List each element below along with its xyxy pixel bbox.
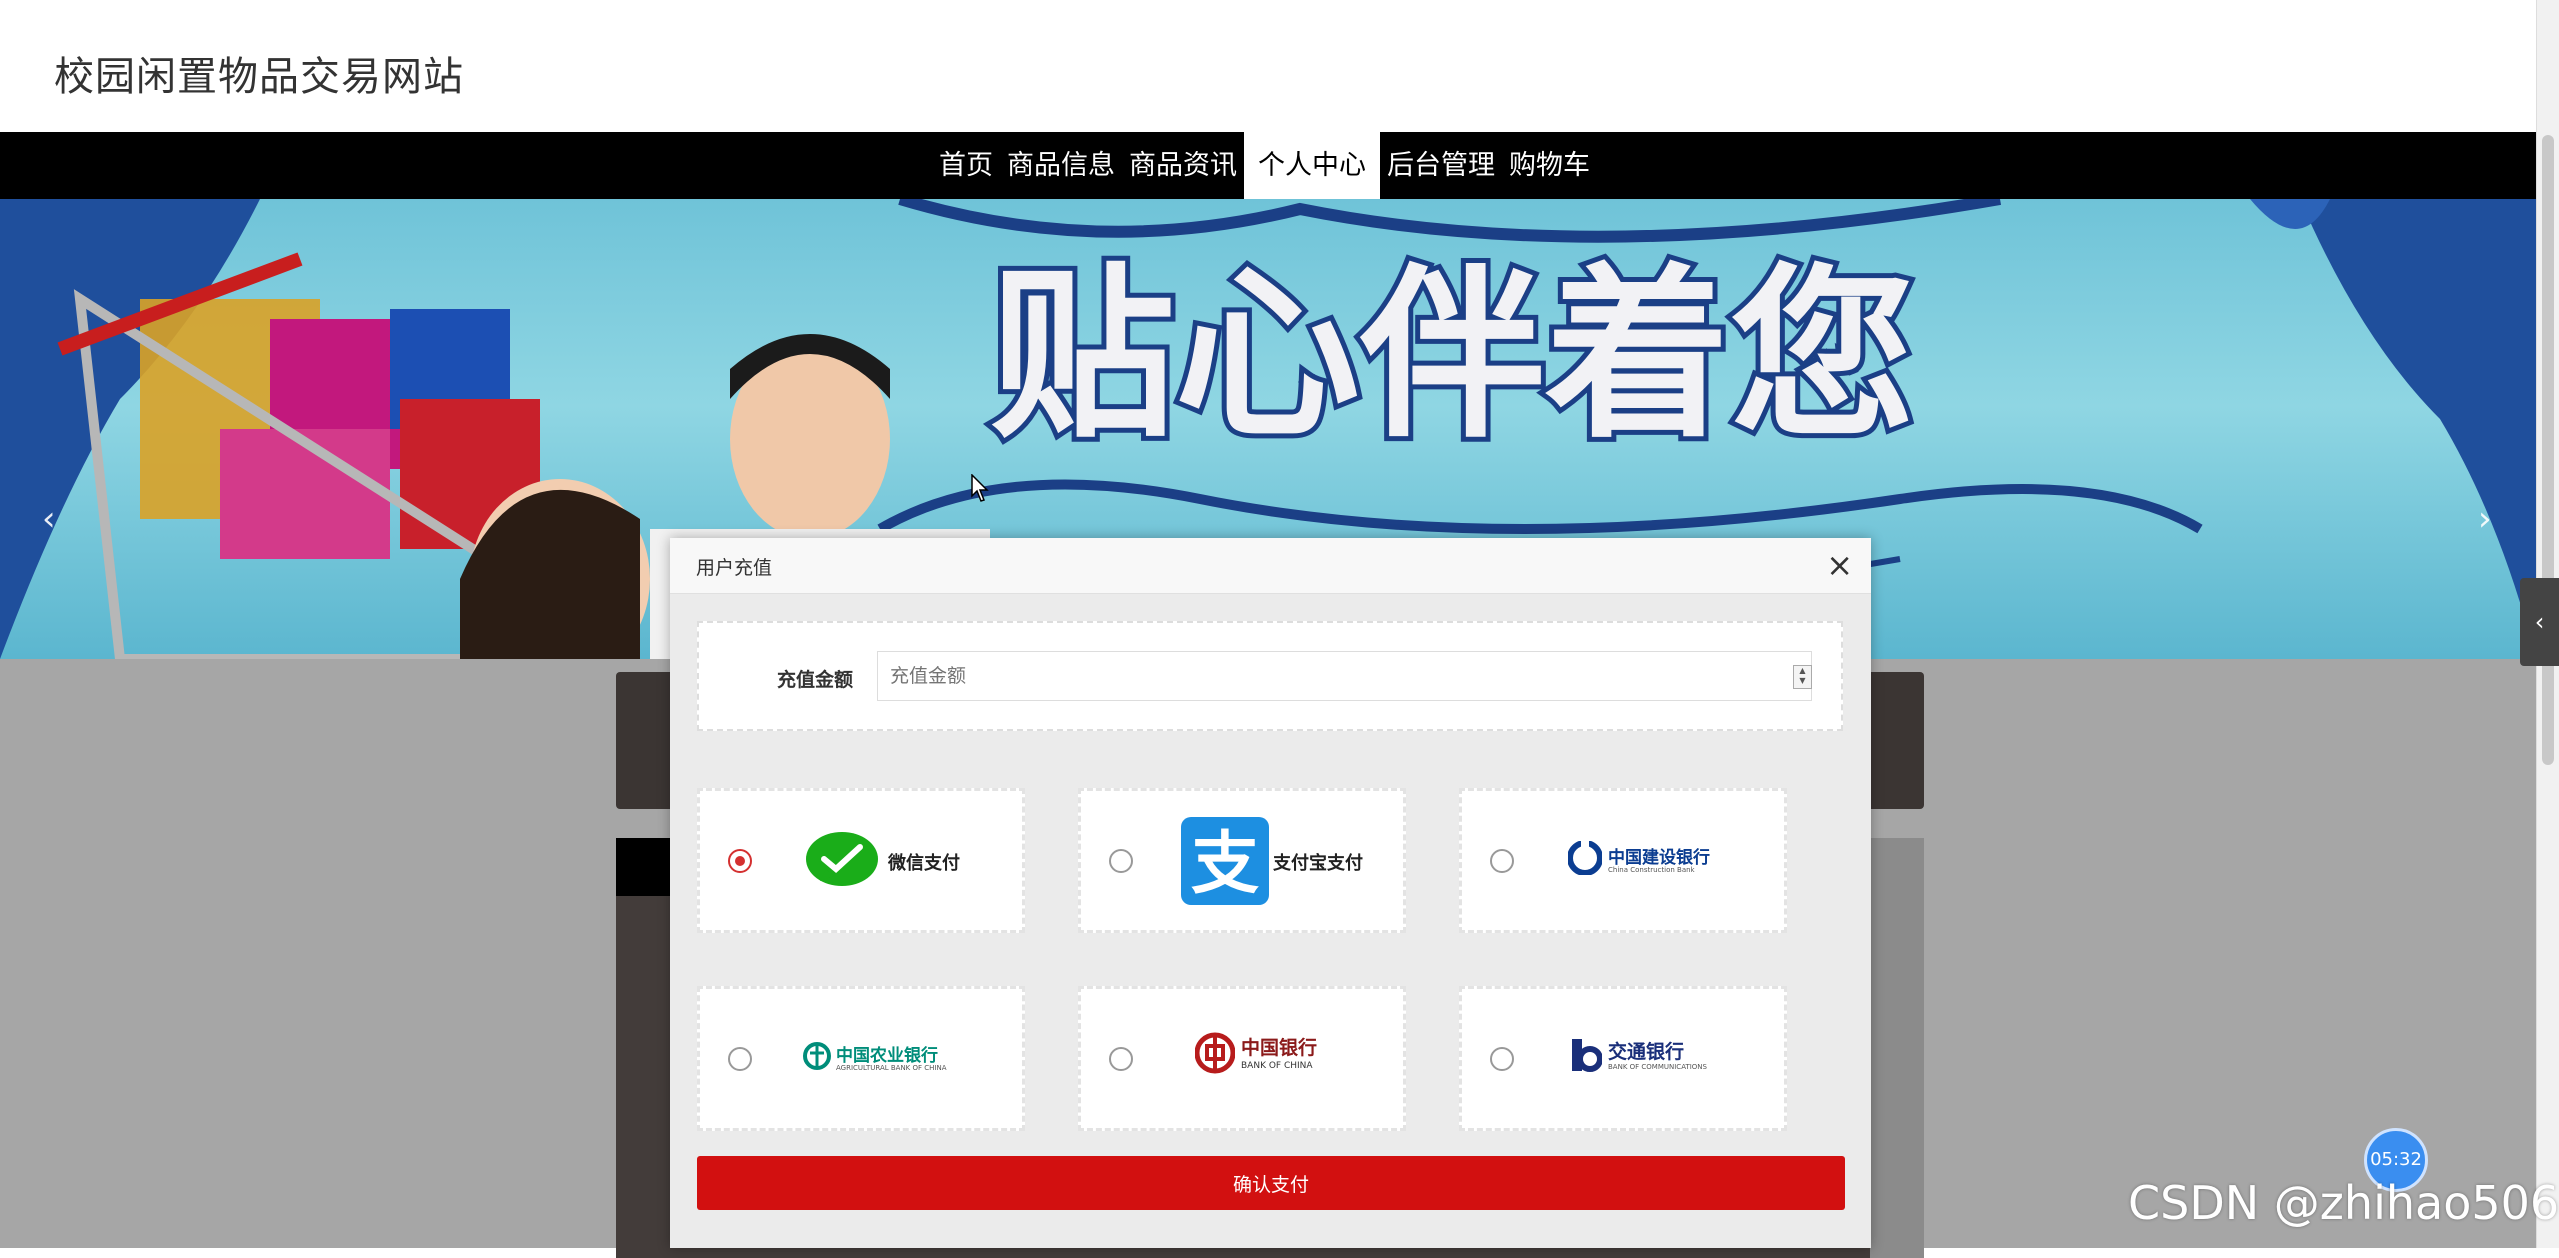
nav-item-home[interactable]: 首页 <box>932 132 1000 199</box>
amount-input[interactable] <box>877 651 1812 701</box>
dialog-header: 用户充值 × <box>670 538 1871 594</box>
boc-icon <box>1195 1032 1235 1074</box>
bocom-icon <box>1572 1039 1602 1072</box>
payment-option-boc[interactable]: 中国银行 BANK OF CHINA <box>1078 986 1406 1131</box>
payment-option-ccb[interactable]: 中国建设银行 China Construction Bank <box>1459 788 1787 933</box>
recharge-dialog: 用户充值 × 充值金额 ▲▼ 微信支付 支 支付宝支付 中国建设银行 China… <box>670 538 1871 1248</box>
confirm-payment-button[interactable]: 确认支付 <box>697 1156 1845 1210</box>
mouse-pointer-icon <box>971 474 989 502</box>
abc-icon <box>803 1042 831 1070</box>
payment-label-wechat: 微信支付 <box>888 853 960 874</box>
nav-item-products[interactable]: 商品信息 <box>1000 132 1122 199</box>
radio-alipay[interactable] <box>1109 849 1133 873</box>
nav-item-cart[interactable]: 购物车 <box>1502 132 1597 199</box>
payment-option-alipay[interactable]: 支 支付宝支付 <box>1078 788 1406 933</box>
radio-bocom[interactable] <box>1490 1047 1514 1071</box>
bank-sub-ccb: China Construction Bank <box>1608 866 1695 874</box>
nav-item-news[interactable]: 商品资讯 <box>1122 132 1244 199</box>
main-navbar: 首页 商品信息 商品资讯 个人中心 后台管理 购物车 <box>0 132 2536 199</box>
payment-option-bocom[interactable]: 交通银行 BANK OF COMMUNICATIONS <box>1459 986 1787 1131</box>
banner-slogan: 贴心伴着您 <box>990 247 1915 463</box>
nav-list: 首页 商品信息 商品资讯 个人中心 后台管理 购物车 <box>932 132 1597 199</box>
scrollbar-thumb[interactable] <box>2542 135 2554 765</box>
bank-sub-abc: AGRICULTURAL BANK OF CHINA <box>836 1064 947 1072</box>
dialog-title: 用户充值 <box>696 557 773 579</box>
nav-item-personal-center[interactable]: 个人中心 <box>1244 132 1380 199</box>
radio-boc[interactable] <box>1109 1047 1133 1071</box>
bank-sub-bocom: BANK OF COMMUNICATIONS <box>1608 1063 1707 1071</box>
bank-name-boc: 中国银行 <box>1241 1037 1318 1059</box>
content-panel-tab <box>616 838 676 896</box>
bank-name-abc: 中国农业银行 <box>836 1046 938 1066</box>
site-title[interactable]: 校园闲置物品交易网站 <box>54 44 464 102</box>
radio-abc[interactable] <box>728 1047 752 1071</box>
radio-wechat[interactable] <box>728 849 752 873</box>
bank-sub-boc: BANK OF CHINA <box>1241 1061 1313 1071</box>
bank-name-ccb: 中国建设银行 <box>1608 848 1710 868</box>
content-panel-edge <box>1870 838 1924 1258</box>
alipay-icon: 支 <box>1181 817 1269 905</box>
payment-option-wechat[interactable]: 微信支付 <box>697 788 1025 933</box>
radio-ccb[interactable] <box>1490 849 1514 873</box>
amount-stepper[interactable]: ▲ ▼ <box>1793 665 1812 689</box>
wechat-pay-icon <box>806 832 878 886</box>
svg-text:支: 支 <box>1191 825 1259 904</box>
payment-label-alipay: 支付宝支付 <box>1273 853 1363 874</box>
nav-item-admin[interactable]: 后台管理 <box>1380 132 1502 199</box>
amount-section: 充值金额 ▲▼ <box>697 621 1843 731</box>
close-icon[interactable]: × <box>1826 546 1853 584</box>
ccb-icon <box>1568 841 1602 875</box>
payment-option-abc[interactable]: 中国农业银行 AGRICULTURAL BANK OF CHINA <box>697 986 1025 1131</box>
carousel-next-arrow[interactable]: › <box>2478 499 2492 539</box>
amount-label: 充值金额 <box>777 669 854 691</box>
carousel-prev-arrow[interactable]: ‹ <box>42 499 56 539</box>
site-header: 校园闲置物品交易网站 <box>0 0 2536 132</box>
bank-name-bocom: 交通银行 <box>1608 1041 1685 1063</box>
csdn-watermark: CSDN @zhihao506 <box>2128 1176 2559 1230</box>
side-panel-toggle[interactable]: ‹ <box>2520 578 2559 666</box>
